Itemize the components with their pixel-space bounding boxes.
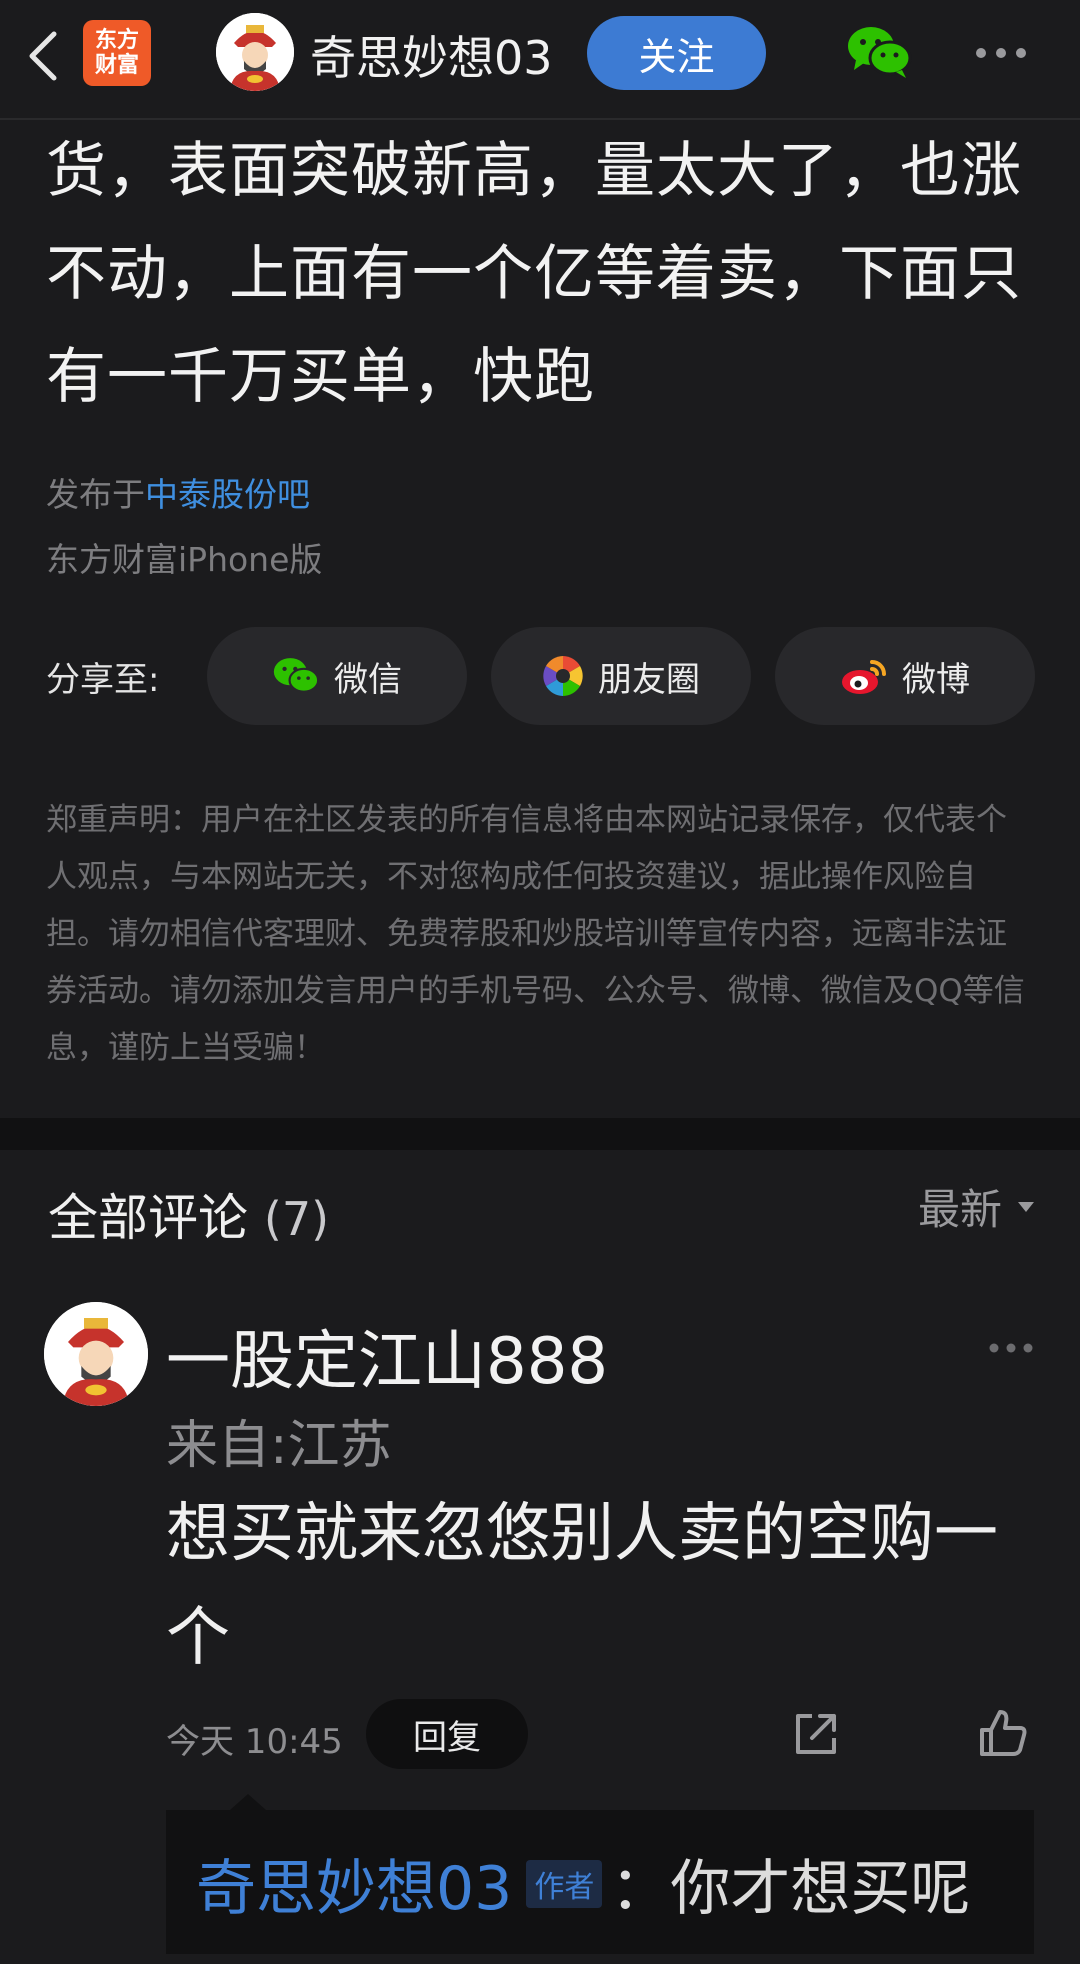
weibo-icon: [842, 660, 886, 694]
comment-time: 今天 10:45: [166, 1722, 343, 1762]
back-arrow-icon[interactable]: [22, 30, 66, 82]
author-avatar[interactable]: [216, 13, 294, 91]
comments-count: (7): [263, 1192, 330, 1246]
reply-box-caret: [230, 1794, 266, 1810]
app-logo-line2: 财富: [94, 53, 139, 78]
share-wechat-button[interactable]: 微信: [207, 627, 467, 725]
comment-location: 来自:江苏: [166, 1416, 392, 1476]
share-weibo-button[interactable]: 微博: [775, 627, 1035, 725]
caishen-avatar-icon: [216, 13, 294, 91]
sort-label: 最新: [917, 1185, 1002, 1234]
caret-down-icon: [1018, 1201, 1034, 1212]
share-icon[interactable]: [792, 1710, 840, 1758]
author-name[interactable]: 奇思妙想03: [310, 22, 553, 88]
disclaimer-text: 郑重声明：用户在社区发表的所有信息将由本网站记录保存，仅代表个人观点，与本网站无…: [46, 802, 1025, 1066]
client-info: 东方财富iPhone版: [46, 540, 323, 579]
app-logo[interactable]: 东方 财富: [83, 20, 151, 86]
moments-aperture-icon: [543, 656, 583, 696]
post-body-text: 货，表面突破新高，量太大了，也涨不动，上面有一个亿等着卖，下面只有一千万买单，快…: [46, 136, 1022, 412]
comment-text: 想买就来忽悠别人卖的空购一个: [166, 1497, 998, 1675]
share-moments-label: 朋友圈: [598, 659, 700, 700]
share-label: 分享至:: [46, 660, 160, 700]
comments-title: 全部评论 (7): [48, 1178, 329, 1250]
author-badge: 作者: [526, 1859, 603, 1908]
caishen-avatar-icon: [44, 1302, 148, 1406]
published-in: 发布于中泰股份吧: [46, 468, 310, 516]
comment-more-icon[interactable]: [988, 1342, 1034, 1354]
reply-button[interactable]: 回复: [366, 1699, 528, 1769]
wechat-icon: [273, 658, 320, 693]
comments-title-label: 全部评论: [48, 1189, 248, 1247]
like-thumbs-up-icon[interactable]: [978, 1708, 1028, 1758]
share-wechat-label: 微信: [334, 659, 402, 700]
reply-author-name[interactable]: 奇思妙想03: [196, 1840, 512, 1927]
wechat-icon[interactable]: [846, 24, 912, 80]
published-prefix: 发布于: [46, 475, 145, 514]
stock-bar-link[interactable]: 中泰股份吧: [145, 475, 310, 514]
share-moments-button[interactable]: 朋友圈: [491, 627, 751, 725]
comment-username[interactable]: 一股定江山888: [166, 1310, 608, 1402]
top-bar: 东方 财富 奇思妙想03 关注: [0, 0, 1080, 120]
sort-dropdown[interactable]: 最新: [918, 1176, 1036, 1237]
reply-box: 奇思妙想03 作者 ：你才想买呢: [166, 1810, 1034, 1954]
section-divider: [0, 1118, 1080, 1150]
share-weibo-label: 微博: [902, 659, 970, 700]
reply-line: 奇思妙想03 作者 ：你才想买呢: [196, 1840, 970, 1927]
reply-text: ：你才想买呢: [610, 1854, 971, 1924]
more-options-icon[interactable]: [974, 46, 1028, 60]
app-logo-line1: 东方: [94, 28, 139, 53]
follow-button[interactable]: 关注: [587, 16, 766, 90]
comment-avatar[interactable]: [44, 1302, 148, 1406]
